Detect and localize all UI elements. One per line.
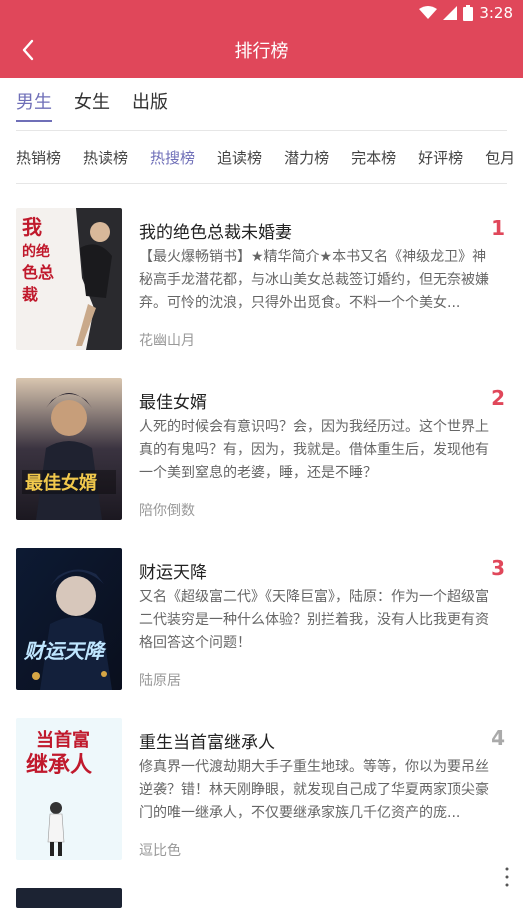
svg-text:继承人: 继承人 — [26, 752, 92, 778]
rank-number: 3 — [491, 556, 505, 580]
book-cover: 当首富 继承人 — [16, 718, 122, 860]
subtab-hot-read[interactable]: 热读榜 — [83, 144, 128, 172]
subtab-hot-search[interactable]: 热搜榜 — [150, 144, 195, 172]
wifi-icon — [419, 6, 438, 20]
book-description: 又名《超级富二代》《天降巨富》，陆原：作为一个超级富二代装穷是一种什么体验？别拦… — [139, 589, 489, 651]
app-bar: 排行榜 — [0, 26, 523, 78]
svg-text:当首富: 当首富 — [36, 729, 90, 751]
book-item[interactable]: 财运天降 财运天降 3 又名《超级富二代》《天降巨富》，陆原：作为一个超级富二代… — [0, 524, 523, 694]
svg-text:财运天降: 财运天降 — [23, 639, 107, 663]
svg-text:我: 我 — [22, 215, 42, 239]
ranking-subtabs: 热销榜 热读榜 热搜榜 追读榜 潜力榜 完本榜 好评榜 包月 — [16, 144, 515, 172]
book-item-partial[interactable] — [0, 864, 523, 908]
subtab-potential[interactable]: 潜力榜 — [284, 144, 329, 172]
scroll-indicator — [505, 866, 509, 888]
subtab-good-review[interactable]: 好评榜 — [418, 144, 463, 172]
subtab-hot-sale[interactable]: 热销榜 — [16, 144, 61, 172]
book-cover: 财运天降 — [16, 548, 122, 690]
svg-text:最佳女婿: 最佳女婿 — [25, 472, 97, 494]
book-author: 逗比色 — [139, 843, 181, 859]
svg-text:的绝: 的绝 — [22, 243, 50, 260]
book-cover — [16, 888, 122, 908]
rank-number: 2 — [491, 386, 505, 410]
svg-text:裁: 裁 — [22, 285, 38, 304]
book-title: 我的绝色总裁未婚妻 — [139, 223, 292, 243]
tab-male[interactable]: 男生 — [16, 88, 52, 122]
subtab-follow-read[interactable]: 追读榜 — [217, 144, 262, 172]
book-description: 修真界一代渡劫期大手子重生地球。等等，你以为要吊丝逆袭？错！林天刚睁眼，就发现自… — [139, 759, 489, 821]
battery-icon — [463, 5, 474, 21]
signal-icon — [443, 6, 458, 20]
book-title: 最佳女婿 — [139, 393, 207, 413]
book-title: 重生当首富继承人 — [139, 733, 275, 753]
category-tabs: 男生 女生 出版 — [16, 88, 168, 122]
book-cover: 我 的绝 色总 裁 — [16, 208, 122, 350]
svg-text:色总: 色总 — [22, 263, 54, 282]
book-description: 【最火爆畅销书】★精华简介★本书又名《神级龙卫》神秘高手龙潜花都，与冰山美女总裁… — [139, 249, 489, 311]
book-title: 财运天降 — [139, 563, 207, 583]
status-time: 3:28 — [479, 4, 513, 22]
rank-number: 4 — [491, 726, 505, 750]
book-author: 花幽山月 — [139, 333, 195, 349]
book-item[interactable]: 最佳女婿 最佳女婿 2 人死的时候会有意识吗？会，因为我经历过。这个世界上真的有… — [0, 354, 523, 524]
book-item[interactable]: 我 的绝 色总 裁 我的绝色总裁未婚妻 1 【最火爆畅销书】★精华简介★本书又名… — [0, 184, 523, 354]
book-cover: 最佳女婿 — [16, 378, 122, 520]
tab-publish[interactable]: 出版 — [132, 88, 168, 122]
status-icons: 3:28 — [419, 4, 513, 22]
book-author: 陆原居 — [139, 673, 181, 689]
divider — [16, 130, 507, 131]
book-description: 人死的时候会有意识吗？会，因为我经历过。这个世界上真的有鬼吗？有，因为，我就是。… — [139, 419, 489, 481]
page-title: 排行榜 — [234, 41, 289, 62]
book-author: 陪你倒数 — [139, 503, 195, 519]
status-bar: 3:28 — [0, 0, 523, 26]
subtab-monthly[interactable]: 包月 — [485, 144, 515, 172]
rank-number: 1 — [491, 216, 505, 240]
tab-female[interactable]: 女生 — [74, 88, 110, 122]
book-item[interactable]: 当首富 继承人 重生当首富继承人 4 修真界一代渡劫期大手子重生地球。等等，你以… — [0, 694, 523, 864]
subtab-completed[interactable]: 完本榜 — [351, 144, 396, 172]
